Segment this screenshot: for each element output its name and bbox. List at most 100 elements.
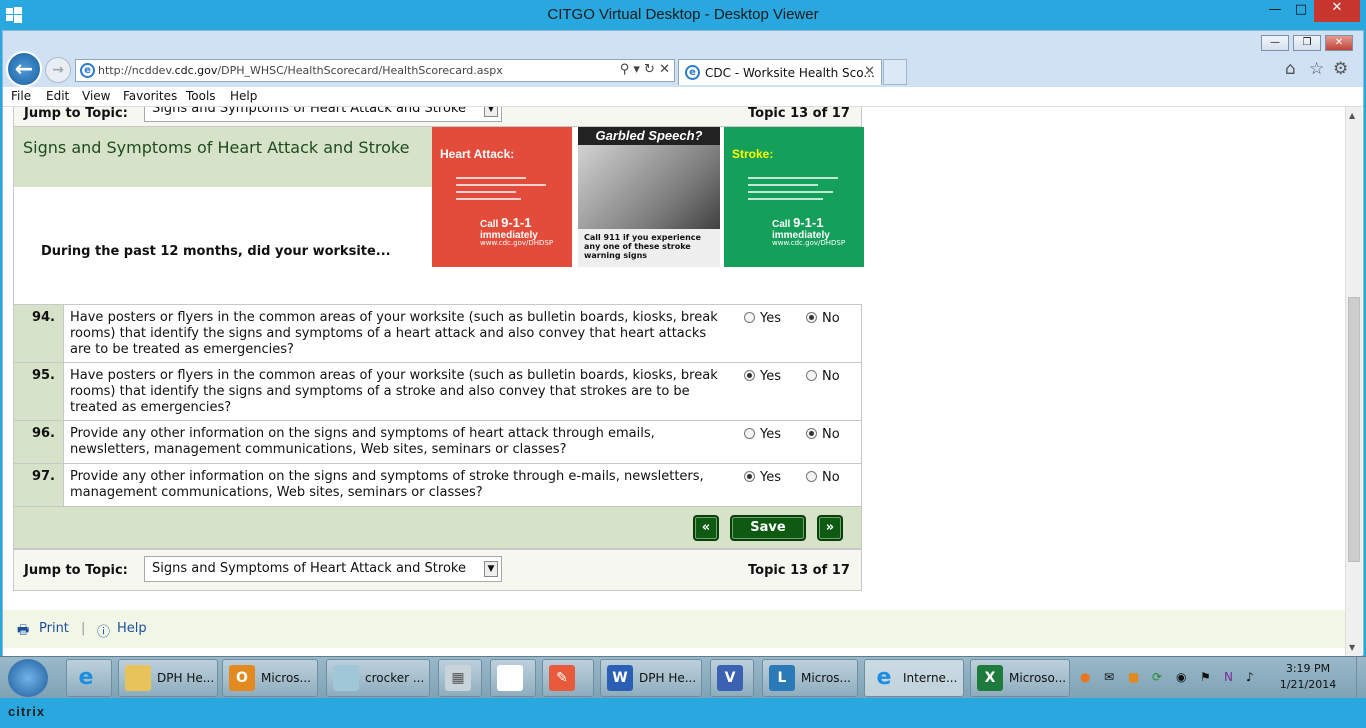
radio-selected-icon	[744, 471, 755, 482]
help-link[interactable]: Help	[117, 621, 147, 636]
gear-icon[interactable]: ⚙	[1333, 59, 1348, 79]
menu-favorites[interactable]: Favorites	[123, 89, 177, 103]
taskbar-notepad[interactable]	[490, 659, 536, 697]
question-row: 95. Have posters or flyers in the common…	[14, 362, 861, 420]
top-topic-counter: Topic 13 of 17	[748, 107, 850, 121]
question-row: 94. Have posters or flyers in the common…	[14, 304, 861, 362]
question-number: 96.	[14, 421, 64, 463]
top-topic-select[interactable]: Signs and Symptoms of Heart Attack and S…	[144, 107, 502, 122]
menu-file[interactable]: File	[11, 89, 31, 103]
visio-icon: V	[717, 665, 743, 691]
print-link[interactable]: Print	[39, 621, 69, 636]
printer-icon[interactable]: 🖶	[17, 621, 29, 643]
citrix-close-button[interactable]: ✕	[1314, 0, 1360, 22]
new-tab-button[interactable]	[883, 59, 907, 85]
no-label: No	[822, 311, 840, 326]
bottom-jump-bar: Jump to Topic: Signs and Symptoms of Hea…	[13, 549, 862, 591]
next-button[interactable]: »	[817, 515, 843, 541]
tab-close-icon[interactable]: ✕	[864, 64, 875, 79]
ie-restore-button[interactable]: ❐	[1293, 35, 1321, 51]
stop-icon[interactable]: ✕	[659, 62, 670, 77]
taskbar-crocker[interactable]: crocker ...	[326, 659, 430, 697]
taskbar-visio[interactable]: V	[710, 659, 754, 697]
taskbar-explorer[interactable]: DPH He...	[118, 659, 218, 697]
save-button[interactable]: Save	[730, 515, 806, 541]
citrix-minimize-button[interactable]: —	[1262, 2, 1288, 22]
taskbar-paint[interactable]: ✎	[542, 659, 594, 697]
taskbar-excel[interactable]: X Microso...	[970, 659, 1070, 697]
menu-view[interactable]: View	[82, 89, 110, 103]
forward-arrow-icon: →	[52, 62, 64, 78]
back-button[interactable]: ←	[6, 51, 42, 87]
poster1-line	[456, 198, 521, 200]
poster3-url: www.cdc.gov/DHDSP	[772, 239, 846, 247]
menu-edit[interactable]: Edit	[46, 89, 69, 103]
citrix-window-title: CITGO Virtual Desktop - Desktop Viewer	[547, 6, 819, 23]
bottom-topic-select[interactable]: Signs and Symptoms of Heart Attack and S…	[144, 556, 502, 582]
help-icon[interactable]: ⓘ	[97, 621, 110, 640]
start-button[interactable]	[8, 659, 48, 697]
taskbar-label: DPH He...	[157, 671, 215, 685]
address-tools: ⚲ ▾ ↻ ✕	[620, 62, 670, 77]
citrix-restore-button[interactable]: □	[1288, 2, 1314, 22]
outlook-tray-icon[interactable]: ■	[1128, 670, 1139, 684]
vertical-scrollbar[interactable]: ▲ ▼	[1345, 107, 1362, 656]
scroll-up-icon[interactable]: ▲	[1349, 111, 1355, 120]
chevron-down-icon: ▼	[484, 561, 498, 577]
url-prefix: http://ncddev.	[98, 64, 175, 77]
browser-tab[interactable]: e CDC - Worksite Health Sco... ✕	[678, 59, 882, 85]
previous-button[interactable]: «	[693, 515, 719, 541]
system-clock[interactable]: 3:19 PM 1/21/2014	[1276, 661, 1340, 693]
question-row: 97. Provide any other information on the…	[14, 463, 861, 506]
menu-tools[interactable]: Tools	[186, 89, 216, 103]
scroll-down-icon[interactable]: ▼	[1349, 643, 1355, 652]
jump-to-topic-label: Jump to Topic:	[24, 107, 128, 121]
scrollbar-thumb[interactable]	[1348, 297, 1360, 562]
taskbar-word[interactable]: W DPH He...	[600, 659, 702, 697]
address-bar[interactable]: e http://ncddev.cdc.gov/DPH_WHSC/HealthS…	[75, 59, 675, 82]
dropdown-icon[interactable]: ▾	[633, 62, 640, 77]
poster3-call-word: Call	[772, 219, 791, 230]
address-url[interactable]: http://ncddev.cdc.gov/DPH_WHSC/HealthSco…	[98, 64, 503, 77]
taskbar-outlook[interactable]: O Micros...	[222, 659, 318, 697]
ie-chrome: — ❐ ✕ ← → e http://ncddev.cdc.gov/DPH_WH…	[3, 31, 1363, 107]
forward-button[interactable]: →	[45, 57, 71, 83]
taskbar-ie[interactable]: e Interne...	[864, 659, 964, 697]
favorites-star-icon[interactable]: ☆	[1309, 59, 1324, 79]
onenote-icon[interactable]: N	[1224, 670, 1233, 684]
poster3-call: Call 9-1-1 immediately	[772, 215, 864, 241]
network-icon[interactable]: ⚑	[1200, 670, 1211, 684]
q95-no-radio[interactable]: No	[806, 369, 840, 384]
media-icon[interactable]: ◉	[1176, 670, 1186, 684]
q97-no-radio[interactable]: No	[806, 470, 840, 485]
taskbar-label: DPH He...	[639, 671, 697, 685]
q95-yes-radio[interactable]: Yes	[744, 369, 781, 384]
folder-icon	[125, 665, 151, 691]
q94-yes-radio[interactable]: Yes	[744, 311, 781, 326]
sync-icon[interactable]: ⟳	[1152, 670, 1162, 684]
show-desktop-button[interactable]	[1356, 657, 1366, 699]
page-content: Jump to Topic: Signs and Symptoms of Hea…	[3, 107, 1345, 657]
q94-no-radio[interactable]: No	[806, 311, 840, 326]
no-label: No	[822, 369, 840, 384]
bottom-topic-counter: Topic 13 of 17	[748, 563, 850, 578]
tray-notify-icon[interactable]: ●	[1080, 670, 1090, 684]
mail-icon[interactable]: ✉	[1104, 670, 1114, 684]
taskbar-calculator[interactable]: ▦	[438, 659, 482, 697]
q97-yes-radio[interactable]: Yes	[744, 470, 781, 485]
volume-icon[interactable]: ♪	[1246, 670, 1254, 684]
taskbar-ie-pinned[interactable]: e	[66, 659, 112, 697]
q96-yes-radio[interactable]: Yes	[744, 427, 781, 442]
radio-selected-icon	[744, 370, 755, 381]
taskbar-lync[interactable]: L Micros...	[762, 659, 858, 697]
stroke-poster-image: Stroke: Call 9-1-1 immediately www.cdc.g…	[724, 127, 864, 267]
home-icon[interactable]: ⌂	[1285, 59, 1296, 79]
ie-minimize-button[interactable]: —	[1261, 35, 1289, 51]
refresh-icon[interactable]: ↻	[644, 62, 655, 77]
outlook-icon: O	[229, 665, 255, 691]
poster1-url: www.cdc.gov/DHDSP	[480, 239, 554, 247]
search-icon[interactable]: ⚲	[620, 62, 630, 77]
ie-close-button[interactable]: ✕	[1325, 35, 1353, 51]
q96-no-radio[interactable]: No	[806, 427, 840, 442]
menu-help[interactable]: Help	[230, 89, 257, 103]
